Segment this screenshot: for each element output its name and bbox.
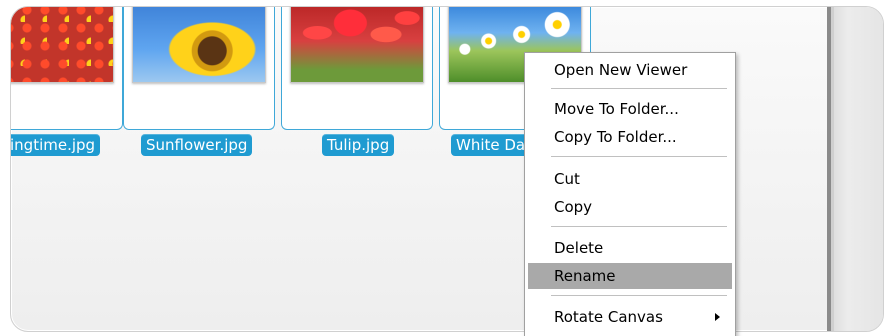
thumbnail-label-springtime[interactable]: ingtime.jpg xyxy=(11,134,101,156)
menu-item-copy[interactable]: Copy xyxy=(528,194,732,220)
menu-separator xyxy=(551,226,727,227)
menu-separator xyxy=(551,156,727,157)
menu-item-cut[interactable]: Cut xyxy=(528,166,732,192)
thumbnail-image-springtime[interactable] xyxy=(11,7,114,83)
image-browser-window: ingtime.jpg Sunflower.jpg Tulip.jpg Whit… xyxy=(10,6,884,332)
context-menu: Open New Viewer Move To Folder... Copy T… xyxy=(524,52,736,336)
thumbnail-cell-springtime[interactable] xyxy=(11,7,123,130)
thumbnail-label-sunflower[interactable]: Sunflower.jpg xyxy=(141,134,253,156)
screenshot-frame: ingtime.jpg Sunflower.jpg Tulip.jpg Whit… xyxy=(0,0,893,336)
menu-separator xyxy=(551,88,727,89)
menu-item-delete[interactable]: Delete xyxy=(528,235,732,261)
thumbnail-image-sunflower[interactable] xyxy=(132,7,266,83)
thumbnail-label-tulip[interactable]: Tulip.jpg xyxy=(322,134,395,156)
menu-item-rename[interactable]: Rename xyxy=(528,263,732,289)
menu-separator xyxy=(551,295,727,296)
right-side-panel xyxy=(827,7,883,331)
thumbnail-cell-tulip[interactable] xyxy=(281,7,433,130)
menu-item-copy-to-folder[interactable]: Copy To Folder... xyxy=(528,124,732,150)
thumbnail-cell-sunflower[interactable] xyxy=(123,7,275,130)
menu-item-rotate-canvas-label: Rotate Canvas xyxy=(554,308,663,326)
thumbnail-image-tulip[interactable] xyxy=(290,7,424,83)
menu-item-move-to-folder[interactable]: Move To Folder... xyxy=(528,96,732,122)
submenu-arrow-icon xyxy=(715,313,720,321)
thumbnail-label-white-daisies[interactable]: White Da xyxy=(451,134,531,156)
menu-item-rotate-canvas[interactable]: Rotate Canvas xyxy=(528,304,732,330)
menu-item-open-new-viewer[interactable]: Open New Viewer xyxy=(528,57,732,83)
